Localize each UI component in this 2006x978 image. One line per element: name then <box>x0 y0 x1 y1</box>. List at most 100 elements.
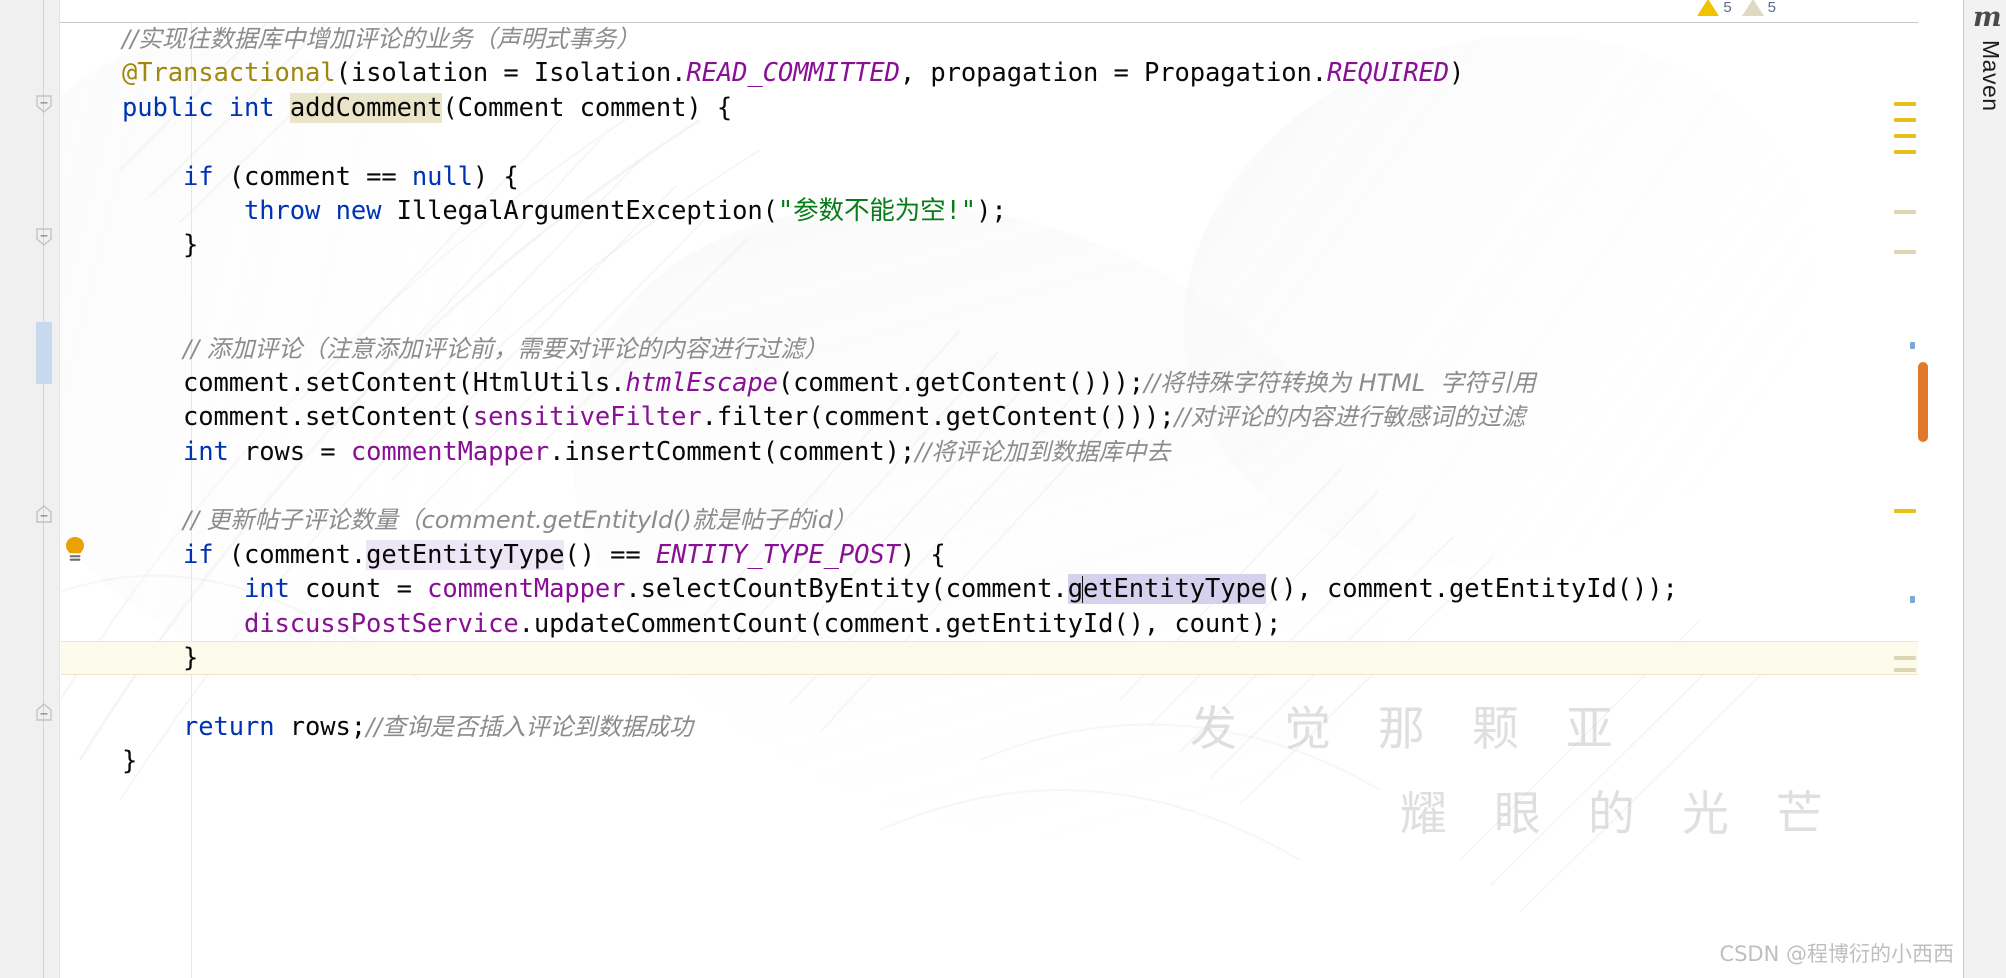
code-token: // 更新帖子评论数量（comment.getEntityId()就是帖子的id… <box>183 506 857 535</box>
code-token: count = <box>289 574 428 605</box>
error-stripe-mark[interactable] <box>1894 668 1916 672</box>
error-stripe-mark[interactable] <box>1894 509 1916 513</box>
code-token: if <box>183 539 214 570</box>
code-token: ) { <box>899 539 946 570</box>
code-line[interactable] <box>61 469 1918 503</box>
error-stripe-mark[interactable] <box>1894 210 1916 214</box>
code-token: ) { <box>472 161 519 192</box>
code-line[interactable]: // 添加评论（注意添加评论前，需要对评论的内容进行过滤） <box>61 332 1918 366</box>
editor-top-separator: 55 <box>60 0 1918 23</box>
fold-collapse-icon[interactable] <box>36 95 52 113</box>
gutter-selection-band <box>36 322 52 384</box>
code-token: comment.setContent( <box>183 402 473 433</box>
code-token: if <box>183 161 214 192</box>
error-stripe-mark[interactable] <box>1894 134 1916 138</box>
right-tool-window-bar[interactable]: m Maven <box>1963 0 2006 978</box>
code-token: rows; <box>274 711 367 742</box>
code-line[interactable] <box>61 297 1918 331</box>
weak-warning-triangle-icon[interactable]: 5 <box>1741 0 1776 16</box>
code-token: ENTITY_TYPE_POST <box>655 539 900 570</box>
code-token: , propagation = Propagation. <box>899 58 1327 89</box>
code-token: .selectCountByEntity(comment. <box>625 574 1068 605</box>
code-line[interactable]: @Transactional(isolation = Isolation.REA… <box>61 56 1918 90</box>
fold-collapse-icon[interactable] <box>36 228 52 246</box>
code-text-area[interactable]: //实现往数据库中增加评论的业务（声明式事务） @Transactional(i… <box>61 22 1918 779</box>
code-token: int <box>183 436 229 467</box>
ide-editor-window: 发 觉 那 颗 亚 耀 眼 的 光 芒 55 //实现往数据库中增加评论的业务（… <box>0 0 2006 978</box>
code-token: ) <box>1449 58 1465 89</box>
fold-expand-icon[interactable] <box>36 505 52 523</box>
error-stripe-marker-bar[interactable] <box>1892 22 1918 978</box>
maven-logo-icon[interactable]: m <box>1973 2 2002 33</box>
code-token: //对评论的内容进行敏感词的过滤 <box>1174 403 1526 432</box>
tool-window-button-maven[interactable]: Maven <box>1966 40 2004 112</box>
code-token: (comment.getContent())); <box>777 367 1144 398</box>
code-token: return <box>183 711 275 742</box>
code-token: REQUIRED <box>1327 58 1450 89</box>
code-token: (comment == <box>213 161 412 192</box>
editor-vertical-scrollbar[interactable] <box>1918 22 1928 978</box>
code-token: READ_COMMITTED <box>686 58 900 89</box>
code-line[interactable] <box>61 125 1918 159</box>
code-token: htmlEscape <box>625 367 778 398</box>
code-line[interactable]: return rows;//查询是否插入评论到数据成功 <box>61 710 1918 744</box>
code-line[interactable]: public int addComment(Comment comment) { <box>61 91 1918 125</box>
code-line[interactable]: //实现往数据库中增加评论的业务（声明式事务） <box>61 22 1918 56</box>
code-editor[interactable]: //实现往数据库中增加评论的业务（声明式事务） @Transactional(i… <box>61 22 1918 978</box>
error-stripe-mark[interactable] <box>1894 118 1916 122</box>
fold-expand-icon[interactable] <box>36 703 52 721</box>
code-line[interactable]: } <box>61 744 1918 778</box>
code-token: int <box>244 574 290 605</box>
editor-gutter[interactable] <box>0 0 61 978</box>
code-token: } <box>183 230 199 261</box>
code-token: comment.setContent(HtmlUtils. <box>183 367 626 398</box>
code-line[interactable]: int count = commentMapper.selectCountByE… <box>61 572 1918 606</box>
code-line[interactable]: discussPostService.updateCommentCount(co… <box>61 607 1918 641</box>
code-line[interactable]: if (comment == null) { <box>61 160 1918 194</box>
code-line[interactable] <box>61 675 1918 709</box>
error-stripe-mark[interactable] <box>1894 250 1916 254</box>
code-line[interactable]: if (comment.getEntityType() == ENTITY_TY… <box>61 538 1918 572</box>
code-token: public <box>122 92 214 123</box>
code-token: @Transactional <box>122 58 336 89</box>
code-token: getEntityType <box>366 539 565 570</box>
code-token: //查询是否插入评论到数据成功 <box>366 712 693 741</box>
code-line[interactable]: } <box>61 641 1918 676</box>
error-stripe-mark[interactable] <box>1894 102 1916 106</box>
error-stripe-mark[interactable] <box>1894 656 1916 660</box>
code-line[interactable]: comment.setContent(sensitiveFilter.filte… <box>61 400 1918 434</box>
code-token: //将评论加到数据库中去 <box>915 437 1171 466</box>
scrollbar-thumb[interactable] <box>1918 362 1928 442</box>
code-token: (), comment.getEntityId()); <box>1265 574 1678 605</box>
code-token: commentMapper <box>427 574 626 605</box>
code-line[interactable]: } <box>61 228 1918 262</box>
inspection-badges[interactable]: 55 <box>1697 0 1776 18</box>
error-stripe-mark[interactable] <box>1910 596 1915 603</box>
code-line[interactable]: comment.setContent(HtmlUtils.htmlEscape(… <box>61 366 1918 400</box>
code-line[interactable] <box>61 263 1918 297</box>
code-line[interactable]: int rows = commentMapper.insertComment(c… <box>61 435 1918 469</box>
warning-triangle-icon[interactable]: 5 <box>1697 0 1732 16</box>
code-line[interactable]: throw new IllegalArgumentException("参数不能… <box>61 194 1918 228</box>
code-token: ); <box>976 195 1007 226</box>
code-token: null <box>411 161 473 192</box>
code-token: IllegalArgumentException( <box>381 195 778 226</box>
code-token: commentMapper <box>350 436 550 467</box>
code-line[interactable]: // 更新帖子评论数量（comment.getEntityId()就是帖子的id… <box>61 503 1918 537</box>
intention-lightbulb-icon[interactable] <box>62 536 88 564</box>
error-stripe-mark[interactable] <box>1894 150 1916 154</box>
error-stripe-mark[interactable] <box>1910 342 1915 349</box>
